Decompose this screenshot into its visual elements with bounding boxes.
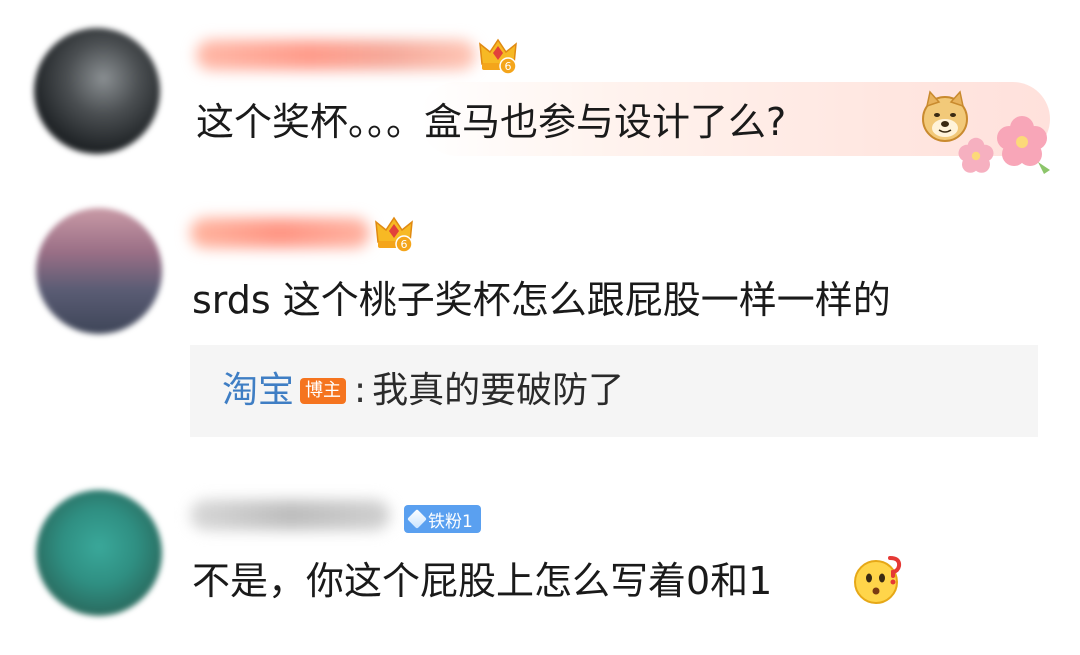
crown-level-icon: 6 [479,38,517,75]
reply-text: 我真的要破防了 [372,370,625,411]
reply-separator: : [354,370,367,411]
crown-level: 6 [505,60,512,73]
fan-badge-label: 铁粉1 [428,511,473,532]
comment-text: 不是，你这个屁股上怎么写着0和1 [192,559,773,603]
username-blurred[interactable] [196,40,476,70]
reply-author-link[interactable]: 淘宝 [222,367,294,415]
crown-level-icon: 6 [375,216,413,253]
avatar[interactable] [36,208,162,334]
flower-decoration-icon [958,116,1050,174]
avatar[interactable] [34,28,160,154]
comment-text: srds 这个桃子奖杯怎么跟屁股一样一样的 [192,278,891,322]
comment-text: 这个奖杯。。。盒马也参与设计了么? [196,100,787,144]
thinking-face-icon [854,556,902,604]
username-blurred[interactable] [190,218,370,248]
username-blurred[interactable] [190,500,390,530]
reply-box[interactable]: 淘宝 博主 : 我真的要破防了 [190,345,1038,437]
blogger-badge: 博主 [300,378,347,404]
reply-line: 淘宝 博主 : 我真的要破防了 [222,367,624,415]
diamond-icon [407,509,427,529]
avatar[interactable] [36,490,162,616]
crown-level: 6 [401,238,408,251]
fan-badge: 铁粉1 [404,505,481,533]
